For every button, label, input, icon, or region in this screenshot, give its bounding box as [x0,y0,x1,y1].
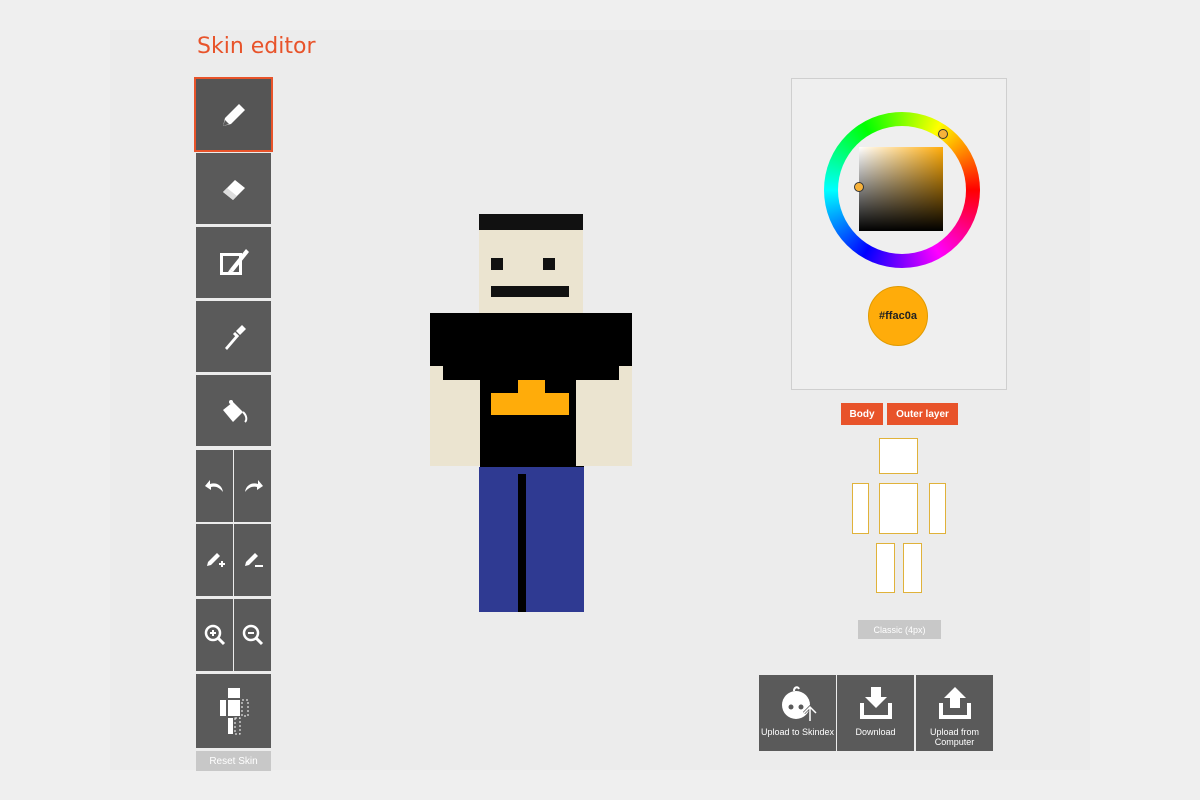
model-select[interactable]: Classic (4px) [858,620,941,639]
pants [479,467,584,612]
part-head[interactable] [879,438,918,474]
upload-to-skindex-label: Upload to Skindex [760,727,835,737]
head-hair [479,214,583,230]
redo-button[interactable] [234,450,271,522]
zoom-out-icon [242,624,263,646]
right-eye [543,258,555,270]
download-icon [859,687,892,719]
left-arm [430,366,480,466]
pencil-plus-icon [206,553,225,567]
page-title: Skin editor [197,34,316,59]
undo-button[interactable] [196,450,233,522]
upload-from-computer-label: Upload from Computer [929,727,980,747]
part-left-arm[interactable] [852,483,869,534]
part-left-leg[interactable] [876,543,895,593]
pencil-tool-button[interactable] [194,77,273,152]
saturation-handle[interactable] [854,182,864,192]
shirt-logo-base [491,393,569,415]
part-right-arm[interactable] [929,483,946,534]
body-parts-toggle-button[interactable] [196,674,271,748]
eraser-tool-button[interactable] [196,153,271,224]
zoom-in-icon [204,624,225,646]
body-layer-button[interactable]: Body [841,403,883,425]
bucket-fill-icon [222,399,247,423]
left-eye [491,258,503,270]
upload-from-computer-button[interactable]: Upload from Computer [916,675,993,751]
head [479,230,583,313]
shirt-logo-top [518,380,545,393]
right-arm [576,366,632,466]
color-picker: #ffac0a [791,78,1007,390]
brush-size-decrease-button[interactable] [234,524,271,596]
bucket-fill-tool-button[interactable] [196,375,271,446]
pencil-minus-icon [244,553,263,567]
current-color-swatch: #ffac0a [868,286,928,346]
hue-handle[interactable] [938,129,948,139]
upload-icon [938,687,971,719]
reset-skin-button[interactable]: Reset Skin [196,751,271,771]
download-button[interactable]: Download [837,675,914,751]
mouth [491,286,569,297]
eyedropper-tool-button[interactable] [196,301,271,372]
zoom-out-button[interactable] [234,599,271,671]
brush-icon [219,248,249,275]
undo-icon [204,480,223,492]
pencil-icon [222,103,245,126]
part-right-leg[interactable] [903,543,922,593]
eraser-icon [222,179,245,200]
brush-size-increase-button[interactable] [196,524,233,596]
outer-layer-button[interactable]: Outer layer [887,403,958,425]
body-parts-icon [219,688,248,735]
download-label: Download [855,727,896,737]
eyedropper-icon [224,324,246,350]
skindex-upload-icon [781,686,817,721]
upload-to-skindex-button[interactable]: Upload to Skindex [759,675,836,751]
pants-gap [518,474,526,612]
saturation-square[interactable] [859,147,943,231]
redo-icon [244,480,263,492]
part-torso[interactable] [879,483,918,534]
zoom-in-button[interactable] [196,599,233,671]
brush-tool-button[interactable] [196,227,271,298]
right-arm-sleeve-edge [576,366,619,380]
left-arm-sleeve-edge [443,366,480,380]
